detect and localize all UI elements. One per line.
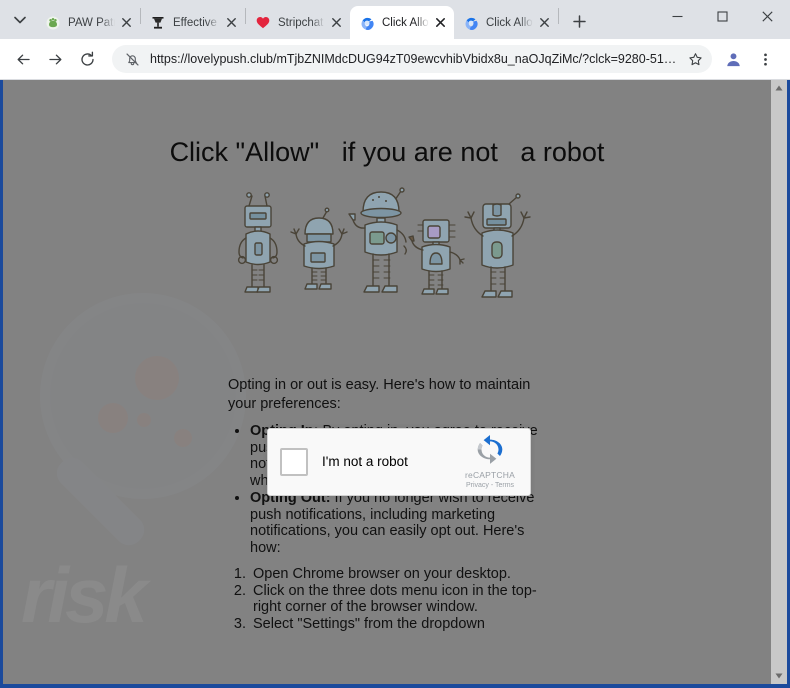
tab-strip: PAW Patrol Effective Tip xyxy=(0,0,790,39)
recaptcha-label: I'm not a robot xyxy=(322,454,408,469)
tab-title: PAW Patrol xyxy=(68,16,115,29)
forward-button[interactable] xyxy=(40,44,70,74)
star-icon xyxy=(688,52,702,65)
profile-avatar-icon xyxy=(726,52,740,66)
tab-effective-tips[interactable]: Effective Tip xyxy=(141,6,245,39)
forward-arrow-icon xyxy=(48,54,61,64)
page-viewport: risk Click "Allow" if you are not a robo… xyxy=(0,80,790,688)
plus-icon xyxy=(572,14,586,28)
close-icon xyxy=(762,10,773,22)
close-icon xyxy=(331,18,341,27)
url-text[interactable]: https://lovelypush.club/mTjbZNIMdcDUG94z… xyxy=(150,51,680,67)
page-scrollbar[interactable] xyxy=(771,80,787,684)
bookmark-button[interactable] xyxy=(684,48,706,70)
tab-close-button[interactable] xyxy=(432,15,448,31)
scroll-up-button[interactable] xyxy=(771,80,787,96)
tab-close-button[interactable] xyxy=(223,15,239,31)
maximize-icon xyxy=(717,10,728,22)
reload-icon xyxy=(80,51,94,66)
list-item: Click on the three dots menu icon in the… xyxy=(250,583,546,616)
minimize-icon xyxy=(672,15,683,17)
tab-click-allow-2[interactable]: Click Allow xyxy=(454,6,558,39)
intro-paragraph: Opting in or out is easy. Here's how to … xyxy=(228,377,531,412)
new-tab-button[interactable] xyxy=(565,7,593,35)
back-button[interactable] xyxy=(8,44,38,74)
tab-title: Click Allow xyxy=(382,16,429,29)
web-page-content: risk Click "Allow" if you are not a robo… xyxy=(3,80,771,684)
list-item: Open Chrome browser on your desktop. xyxy=(250,566,546,583)
close-icon xyxy=(121,18,131,27)
chrome-menu-button[interactable] xyxy=(750,44,780,74)
opt-out-steps-list: Open Chrome browser on your desktop. Cli… xyxy=(228,566,546,632)
scroll-down-button[interactable] xyxy=(771,668,787,684)
tab-click-allow-active[interactable]: Click Allow xyxy=(350,6,454,39)
chrome-page-favicon xyxy=(359,15,375,31)
recaptcha-terms[interactable]: Privacy - Terms xyxy=(456,481,524,490)
reload-button[interactable] xyxy=(72,44,102,74)
chrome-page-favicon xyxy=(463,15,479,31)
list-item: Select "Settings" from the dropdown xyxy=(250,616,546,633)
page-main: Click "Allow" if you are not a robot Opt… xyxy=(3,80,771,632)
browser-toolbar: https://lovelypush.club/mTjbZNIMdcDUG94z… xyxy=(0,39,790,80)
browser-window: PAW Patrol Effective Tip xyxy=(0,0,790,688)
tab-close-button[interactable] xyxy=(328,15,344,31)
close-icon xyxy=(435,18,445,27)
paw-patrol-favicon xyxy=(45,15,61,31)
cartoon-robots-illustration xyxy=(237,186,537,304)
tab-close-button[interactable] xyxy=(118,15,134,31)
recaptcha-checkbox[interactable] xyxy=(280,448,308,476)
recaptcha-brand-name: reCAPTCHA xyxy=(465,469,515,480)
close-icon xyxy=(539,18,549,27)
profile-button[interactable] xyxy=(718,44,748,74)
scroll-down-arrow-icon xyxy=(775,673,783,679)
maximize-button[interactable] xyxy=(700,0,745,32)
notifications-blocked-icon[interactable] xyxy=(122,49,142,69)
scroll-up-arrow-icon xyxy=(775,85,783,91)
tab-search-button[interactable] xyxy=(6,6,34,34)
minimize-button[interactable] xyxy=(655,0,700,32)
recaptcha-branding: reCAPTCHA Privacy - Terms xyxy=(456,434,530,490)
tab-title: Stripchat - xyxy=(278,16,325,29)
tab-paw-patrol[interactable]: PAW Patrol xyxy=(36,6,140,39)
tab-stripchat[interactable]: Stripchat - xyxy=(246,6,350,39)
page-title: Click "Allow" if you are not a robot xyxy=(169,137,605,167)
address-bar[interactable]: https://lovelypush.club/mTjbZNIMdcDUG94z… xyxy=(112,45,712,73)
close-window-button[interactable] xyxy=(745,0,790,32)
recaptcha-logo-icon xyxy=(477,434,503,464)
scrollbar-track[interactable] xyxy=(771,96,787,668)
three-dots-menu-icon xyxy=(763,52,767,66)
chevron-down-icon xyxy=(14,16,26,24)
back-arrow-icon xyxy=(17,54,30,64)
tab-title: Effective Tip xyxy=(173,16,220,29)
effective-tips-favicon xyxy=(150,15,166,31)
list-item: Opting Out: If you no longer wish to rec… xyxy=(250,490,546,556)
tab-separator xyxy=(558,7,559,24)
recaptcha-widget[interactable]: I'm not a robot reCAPTCHA Privacy - Term… xyxy=(267,428,531,496)
tab-close-button[interactable] xyxy=(536,15,552,31)
stripchat-heart-favicon xyxy=(255,15,271,31)
close-icon xyxy=(226,18,236,27)
window-controls xyxy=(655,0,790,32)
tab-title: Click Allow xyxy=(486,16,533,29)
